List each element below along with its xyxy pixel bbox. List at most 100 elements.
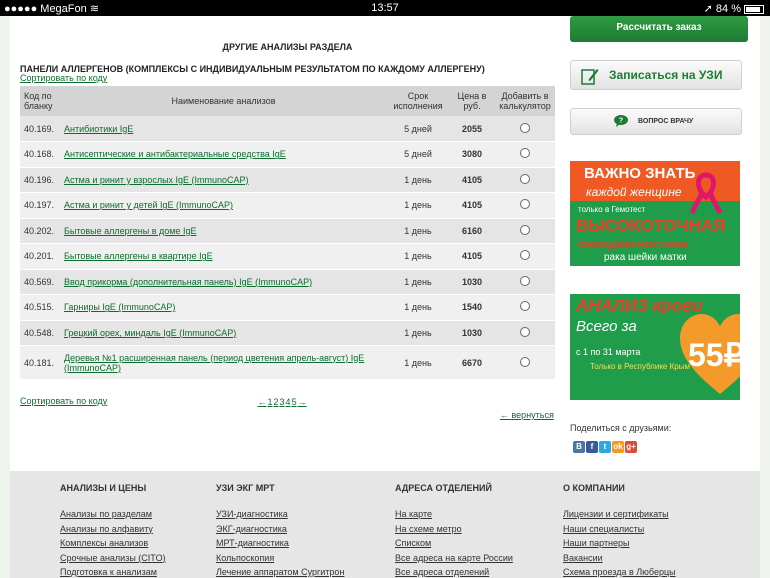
table-row: 40.169. Антибиотики IgE 5 дней 2055	[20, 116, 555, 142]
section-title: ДРУГИЕ АНАЛИЗЫ РАЗДЕЛА	[222, 42, 353, 52]
row-code: 40.181.	[20, 345, 60, 380]
row-price: 1030	[449, 269, 495, 295]
pagination-page-2[interactable]: 2	[274, 397, 279, 407]
footer-link[interactable]: Схема проезда в Люберцы	[563, 565, 676, 578]
footer-link[interactable]: УЗИ-диагностика	[216, 507, 344, 522]
twitter-icon[interactable]: t	[599, 441, 611, 453]
row-code: 40.548.	[20, 320, 60, 346]
facebook-icon[interactable]: f	[586, 441, 598, 453]
row-term: 1 день	[387, 192, 449, 219]
table-row: 40.201. Бытовые аллергены в квартире IgE…	[20, 243, 555, 270]
analysis-link[interactable]: Ввод прикорма (дополнительная панель) Ig…	[64, 277, 312, 287]
header-add: Добавить в калькулятор	[495, 86, 555, 116]
pagination-page-4[interactable]: 4	[286, 397, 291, 407]
footer-link[interactable]: Комплексы анализов	[60, 536, 166, 551]
ask-doctor-button[interactable]: ? ВОПРОС ВРАЧУ	[570, 108, 742, 135]
analysis-link[interactable]: Бытовые аллергены в квартире IgE	[64, 251, 213, 261]
footer-link[interactable]: Наши специалисты	[563, 522, 676, 537]
sort-by-code-link[interactable]: Сортировать по коду	[20, 73, 107, 83]
google-plus-icon[interactable]: g+	[625, 441, 637, 453]
footer-link[interactable]: Все адреса отделений	[395, 565, 513, 578]
back-link[interactable]: ← вернуться	[500, 410, 554, 420]
row-price: 1030	[449, 320, 495, 346]
row-price: 4105	[449, 192, 495, 219]
add-to-calculator-radio[interactable]	[520, 356, 530, 367]
add-to-calculator-radio[interactable]	[520, 173, 530, 184]
calculate-order-button[interactable]: Рассчитать заказ	[570, 16, 748, 42]
footer-link[interactable]: Лицензии и сертификаты	[563, 507, 676, 522]
add-to-calculator-radio[interactable]	[520, 148, 530, 159]
analysis-link[interactable]: Антибиотики IgE	[64, 124, 133, 134]
footer-link[interactable]: На схеме метро	[395, 522, 513, 537]
add-to-calculator-radio[interactable]	[520, 250, 530, 261]
cancer-screening-banner[interactable]: ВАЖНО ЗНАТЬ каждой женщине только в Гемо…	[570, 161, 740, 266]
odnoklassniki-icon[interactable]: ok	[612, 441, 624, 453]
add-to-calculator-radio[interactable]	[520, 199, 530, 210]
analyses-table: Код по бланку Наименование анализов Срок…	[20, 86, 555, 380]
footer-link[interactable]: Подготовка к анализам	[60, 565, 166, 578]
sort-by-code-link-bottom[interactable]: Сортировать по коду	[20, 396, 107, 406]
analysis-link[interactable]: Гарниры IgE (ImmunoCAP)	[64, 302, 175, 312]
analysis-link[interactable]: Деревья №1 расширенная панель (период цв…	[64, 353, 364, 373]
location-icon: ➚	[703, 3, 713, 15]
row-term: 1 день	[387, 345, 449, 380]
row-code: 40.201.	[20, 243, 60, 270]
banner-headline: АНАЛИЗ крови	[576, 296, 703, 315]
banner-text: рака шейки матки	[604, 252, 687, 263]
ask-doctor-label: ВОПРОС ВРАЧУ	[638, 118, 694, 125]
banner-text: с 1 по 31 марта	[576, 347, 641, 357]
row-term: 1 день	[387, 243, 449, 270]
footer-link[interactable]: МРТ-диагностика	[216, 536, 344, 551]
footer-link[interactable]: Списком	[395, 536, 513, 551]
footer-link[interactable]: Все адреса на карте России	[395, 551, 513, 566]
analysis-link[interactable]: Астма и ринит у детей IgE (ImmunoCAP)	[64, 200, 233, 210]
add-to-calculator-radio[interactable]	[520, 224, 530, 235]
row-price: 4105	[449, 243, 495, 270]
blood-test-promo-banner[interactable]: АНАЛИЗ крови Всего за с 1 по 31 марта То…	[570, 294, 740, 400]
add-to-calculator-radio[interactable]	[520, 122, 530, 133]
analysis-link[interactable]: Бытовые аллергены в доме IgE	[64, 226, 196, 236]
footer: АНАЛИЗЫ И ЦЕНЫ Анализы по разделам Анали…	[10, 471, 760, 578]
pagination-page-3[interactable]: 3	[280, 397, 285, 407]
table-row: 40.548. Грецкий орех, миндаль IgE (Immun…	[20, 320, 555, 346]
header-code: Код по бланку	[20, 86, 60, 116]
row-code: 40.168.	[20, 141, 60, 168]
footer-link[interactable]: ЭКГ-диагностика	[216, 522, 344, 537]
header-name: Наименование анализов	[60, 86, 387, 116]
footer-link[interactable]: Анализы по алфавиту	[60, 522, 166, 537]
banner-text: онкодиагностика	[578, 236, 688, 251]
banner-subheadline: каждой женщине	[586, 185, 682, 199]
add-to-calculator-radio[interactable]	[520, 275, 530, 286]
row-term: 5 дней	[387, 141, 449, 168]
row-term: 1 день	[387, 320, 449, 346]
analysis-link[interactable]: Грецкий орех, миндаль IgE (ImmunoCAP)	[64, 328, 236, 338]
row-code: 40.202.	[20, 218, 60, 244]
book-ultrasound-button[interactable]: Записаться на УЗИ	[570, 60, 742, 90]
add-to-calculator-radio[interactable]	[520, 326, 530, 337]
footer-link[interactable]: Лечение аппаратом Сургитрон	[216, 565, 344, 578]
footer-link[interactable]: На карте	[395, 507, 513, 522]
row-price: 3080	[449, 141, 495, 168]
book-ultrasound-label: Записаться на УЗИ	[609, 68, 723, 82]
footer-link[interactable]: Срочные анализы (CITO)	[60, 551, 166, 566]
pagination-page-5[interactable]: 5	[292, 397, 297, 407]
analysis-link[interactable]: Астма и ринит у взрослых IgE (ImmunoCAP)	[64, 175, 249, 185]
pagination-prev[interactable]: ←	[258, 397, 267, 407]
footer-link[interactable]: Анализы по разделам	[60, 507, 166, 522]
pagination-next[interactable]: →	[298, 397, 307, 407]
footer-link[interactable]: Кольпоскопия	[216, 551, 344, 566]
row-term: 1 день	[387, 218, 449, 244]
footer-link[interactable]: Вакансии	[563, 551, 676, 566]
analysis-link[interactable]: Антисептические и антибактериальные сред…	[64, 149, 286, 159]
row-price: 6670	[449, 345, 495, 380]
footer-link[interactable]: Наши партнеры	[563, 536, 676, 551]
battery-icon	[744, 4, 764, 14]
add-to-calculator-radio[interactable]	[520, 301, 530, 312]
table-row: 40.181. Деревья №1 расширенная панель (п…	[20, 345, 555, 380]
ios-status-bar: ●●●●● MegaFon ≋ 13:57 ➚ 84 %	[0, 0, 770, 16]
banner-text: ВЫСОКОТОЧНАЯ	[576, 216, 726, 235]
vk-icon[interactable]: B	[573, 441, 585, 453]
footer-column-company: О КОМПАНИИ Лицензии и сертификаты Наши с…	[563, 483, 676, 578]
pagination-page-1[interactable]: 1	[268, 397, 273, 407]
footer-column-title: АДРЕСА ОТДЕЛЕНИЙ	[395, 483, 492, 493]
